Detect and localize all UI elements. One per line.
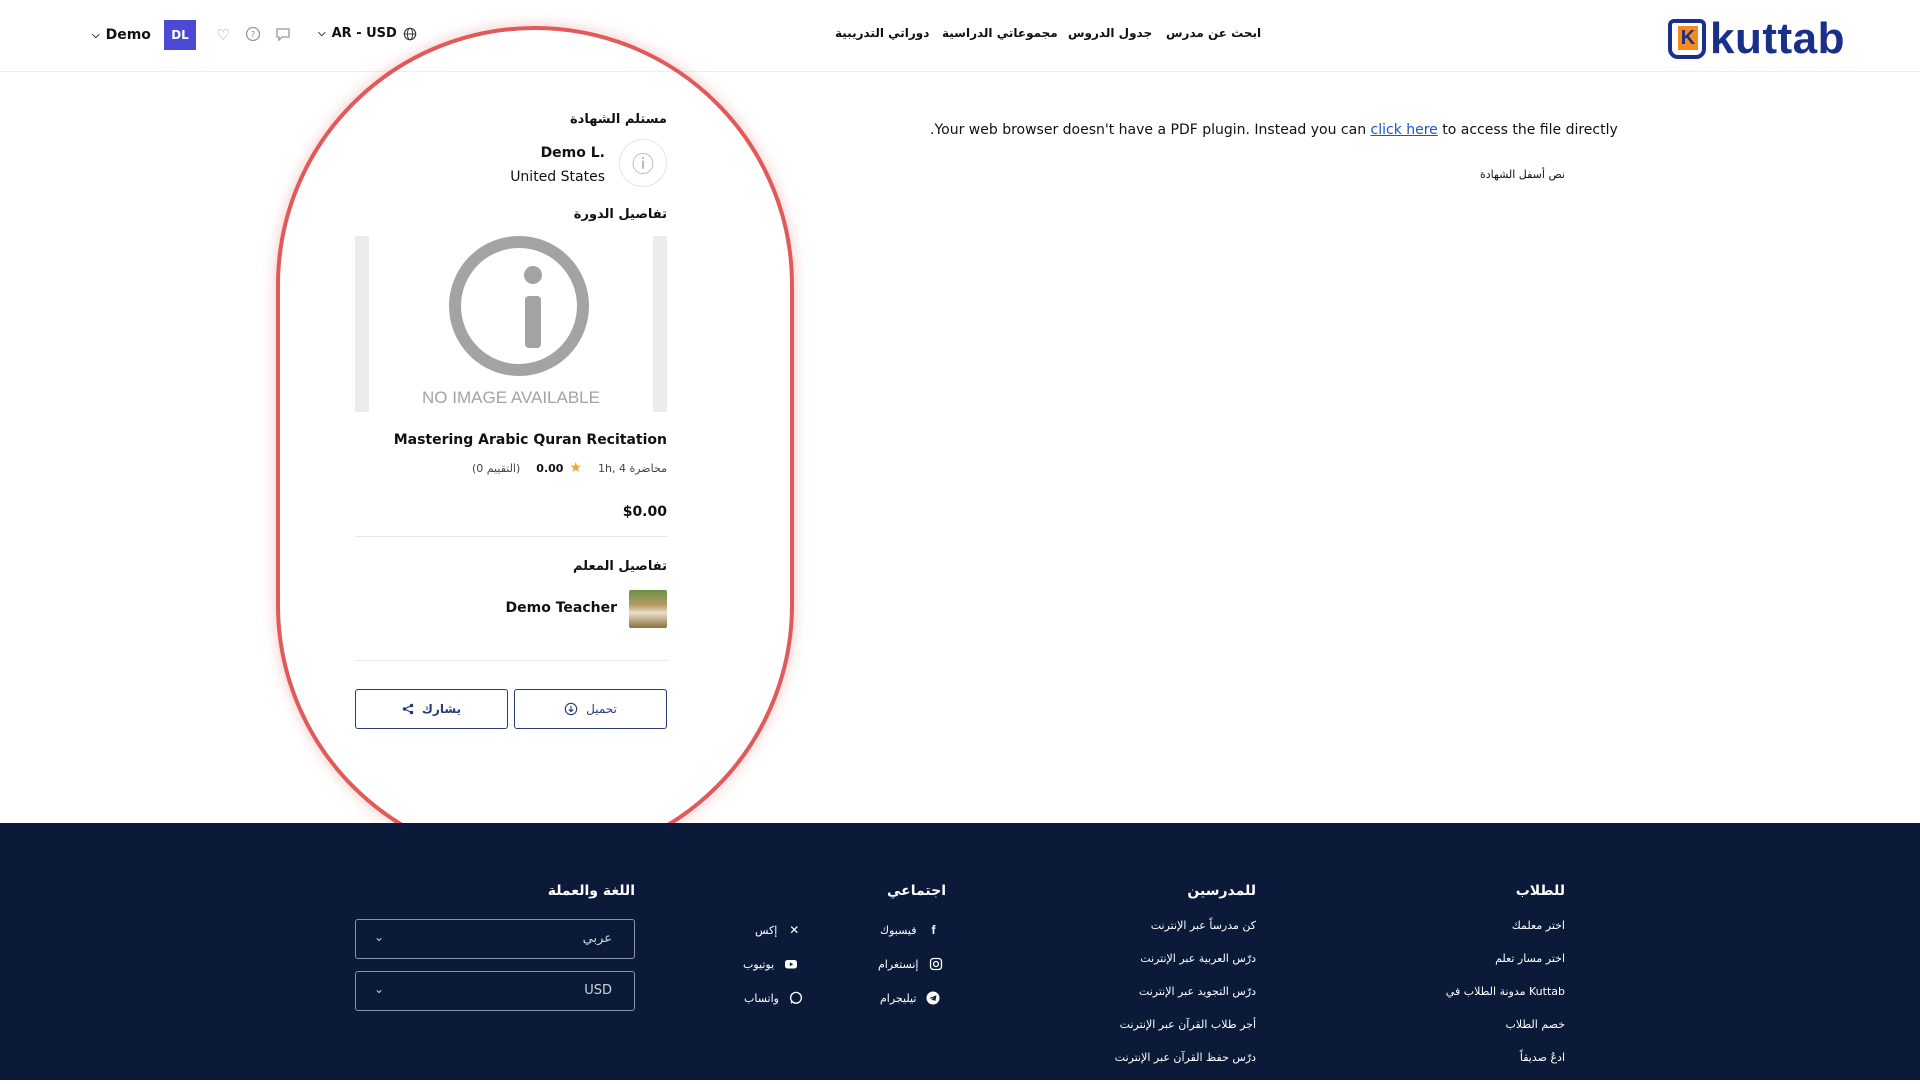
action-buttons: يشارك تحميل — [355, 689, 667, 729]
x-icon: ✕ — [789, 923, 800, 937]
info-icon — [449, 236, 589, 376]
svg-text:?: ? — [251, 31, 256, 41]
download-label: تحميل — [586, 702, 617, 716]
rating-count: (0 التقييم) — [471, 461, 521, 475]
recipient-card: ⓘ Demo L. United States — [355, 139, 667, 199]
social-x-label: إكس — [755, 923, 778, 937]
teacher-card[interactable]: Demo Teacher — [355, 590, 667, 634]
cloud-download-icon — [564, 702, 578, 716]
globe-icon — [403, 27, 417, 40]
recipient-country: United States — [510, 169, 605, 185]
certificate-footnote: نص أسفل الشهادة — [1479, 168, 1565, 181]
footer-link[interactable]: ادعُ صديقاً — [1446, 1051, 1565, 1064]
facebook-icon: f — [931, 923, 936, 937]
footer-link[interactable]: كن مدرساً عبر الإنترنت — [1115, 919, 1256, 932]
nav-lesson-schedule[interactable]: جدول الدروس — [1068, 26, 1152, 40]
footer-students-title: للطلاب — [1515, 883, 1565, 899]
currency-select[interactable]: USD ⌄ — [355, 971, 635, 1011]
social-x[interactable]: إكس ✕ — [755, 923, 801, 937]
user-menu-label: ⌵ Demo — [92, 27, 151, 43]
language-currency-switcher[interactable]: ⌵ AR - USD — [318, 26, 417, 41]
logo-mark-icon: K — [1668, 19, 1706, 59]
footer-link[interactable]: اختر معلمك — [1446, 919, 1565, 932]
footer-language-column: اللغة والعملة — [548, 883, 635, 919]
language-select-value: عربي — [582, 931, 612, 946]
rating-value: 0.00 — [536, 461, 564, 475]
chevron-down-icon: ⌵ — [92, 29, 100, 41]
whatsapp-icon — [789, 991, 803, 1004]
pdf-plugin-message: .Your web browser doesn't have a PDF plu… — [930, 122, 1618, 138]
logo-text: kuttab — [1710, 14, 1845, 63]
social-youtube-label: يوتيوب — [743, 957, 775, 971]
social-instagram[interactable]: إنستغرام — [878, 957, 943, 971]
footer-social-title: اجتماعي — [887, 883, 946, 899]
footer-link[interactable]: مدونة الطلاب في Kuttab — [1446, 985, 1565, 998]
certificate-sidebar: مستلم الشهادة ⓘ Demo L. United States تف… — [355, 112, 667, 729]
course-image-placeholder: NO IMAGE AVAILABLE — [355, 236, 667, 412]
social-facebook[interactable]: فيسبوك f — [880, 923, 940, 937]
kuttab-logo[interactable]: K kuttab — [1668, 14, 1845, 64]
pdf-click-here-link[interactable]: click here — [1371, 122, 1438, 138]
footer: للطلاب اختر معلمك اختر مسار تعلم مدونة ا… — [0, 823, 1920, 1080]
course-details-heading: تفاصيل الدورة — [573, 207, 667, 222]
help-icon[interactable]: ? — [244, 26, 262, 44]
footer-link[interactable]: اختر مسار تعلم — [1446, 952, 1565, 965]
social-instagram-label: إنستغرام — [878, 957, 919, 971]
top-header: K kuttab ابحث عن مدرس جدول الدروس مجموعا… — [0, 0, 1920, 72]
pdf-message-text-end: to access the file directly — [1437, 122, 1618, 138]
social-youtube[interactable]: يوتيوب — [743, 957, 798, 971]
info-icon: ⓘ — [619, 139, 667, 187]
footer-teachers-column: للمدرسين كن مدرساً عبر الإنترنت درّس الع… — [1115, 883, 1256, 1084]
share-button[interactable]: يشارك — [355, 689, 508, 729]
social-telegram[interactable]: تيليجرام — [880, 991, 940, 1005]
star-icon: ★ — [569, 460, 582, 476]
footer-teachers-title: للمدرسين — [1187, 883, 1256, 899]
footer-students-column: للطلاب اختر معلمك اختر مسار تعلم مدونة ا… — [1446, 883, 1565, 1084]
social-facebook-label: فيسبوك — [880, 923, 917, 937]
course-name[interactable]: Mastering Arabic Quran Recitation — [355, 432, 667, 448]
chevron-down-icon: ⌵ — [318, 28, 326, 39]
recipient-heading: مستلم الشهادة — [570, 112, 667, 127]
share-label: يشارك — [421, 702, 462, 716]
course-meta: (0 التقييم) 0.00 ★ 1h, 4 محاضرة — [355, 460, 667, 476]
language-select[interactable]: عربي ⌄ — [355, 919, 635, 959]
user-name: Demo — [105, 27, 151, 43]
currency-select-value: USD — [584, 983, 612, 998]
teacher-avatar — [629, 590, 667, 628]
divider — [355, 536, 667, 537]
avatar[interactable]: DL — [164, 20, 196, 50]
share-icon — [402, 703, 414, 715]
footer-social-column: اجتماعي — [887, 883, 946, 919]
footer-language-title: اللغة والعملة — [547, 883, 635, 899]
teacher-name: Demo Teacher — [505, 600, 618, 616]
chat-icon[interactable] — [274, 26, 292, 44]
footer-link[interactable]: أجر طلاب القرآن عبر الإنترنت — [1115, 1018, 1256, 1031]
no-image-text: NO IMAGE AVAILABLE — [422, 388, 600, 407]
youtube-icon — [785, 960, 798, 969]
telegram-icon — [926, 991, 940, 1005]
recipient-name: Demo L. — [540, 145, 605, 161]
footer-link[interactable]: درّس التجويد عبر الإنترنت — [1115, 985, 1256, 998]
course-price: $0.00 — [622, 504, 667, 520]
nav-find-teacher[interactable]: ابحث عن مدرس — [1166, 26, 1261, 40]
footer-link[interactable]: درّس حفظ القرآن عبر الإنترنت — [1115, 1051, 1256, 1064]
download-button[interactable]: تحميل — [514, 689, 667, 729]
divider — [355, 660, 667, 661]
nav-my-courses[interactable]: دوراتي التدريبية — [835, 26, 929, 40]
footer-link[interactable]: خصم الطلاب — [1446, 1018, 1565, 1031]
lang-currency-label: AR - USD — [331, 26, 397, 41]
social-whatsapp-label: واتساب — [744, 991, 779, 1005]
user-menu[interactable]: ⌵ Demo — [92, 20, 151, 50]
chevron-down-icon: ⌄ — [374, 982, 385, 996]
teacher-details-heading: تفاصيل المعلم — [572, 559, 667, 574]
heart-icon[interactable]: ♡ — [214, 26, 232, 44]
social-telegram-label: تيليجرام — [880, 991, 917, 1005]
nav-study-groups[interactable]: مجموعاتي الدراسية — [942, 26, 1058, 40]
pdf-message-text: .Your web browser doesn't have a PDF plu… — [930, 122, 1371, 138]
chevron-down-icon: ⌄ — [374, 930, 385, 944]
footer-link[interactable]: درّس العربية عبر الإنترنت — [1115, 952, 1256, 965]
social-whatsapp[interactable]: واتساب — [744, 991, 803, 1005]
instagram-icon — [929, 957, 942, 971]
course-duration: 1h, 4 محاضرة — [598, 461, 667, 475]
